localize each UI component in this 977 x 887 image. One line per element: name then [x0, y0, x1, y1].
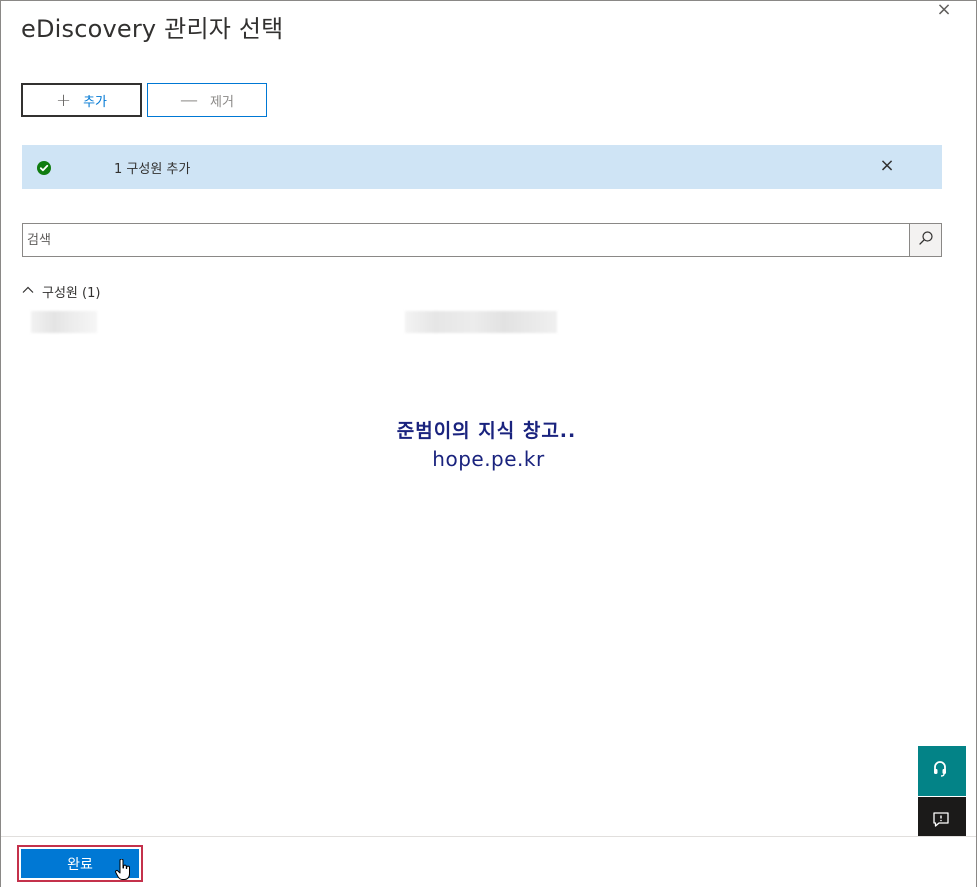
close-panel-icon[interactable]: × [934, 1, 954, 21]
watermark-line1: 준범이의 지식 창고.. [396, 420, 577, 442]
done-button-highlight: 완료 [17, 845, 143, 882]
success-check-icon [37, 161, 51, 175]
minus-icon: — [180, 89, 199, 111]
dismiss-notification-icon[interactable]: × [878, 155, 896, 177]
headset-icon [932, 760, 948, 782]
notification-message: 1 구성원 추가 [114, 162, 191, 177]
members-group-label: 구성원 (1) [42, 285, 101, 301]
redacted-member-email [405, 311, 557, 333]
success-notification-banner: 1 구성원 추가 × [22, 145, 942, 189]
search-button[interactable] [909, 223, 942, 257]
hand-pointer-icon [115, 858, 131, 885]
add-button[interactable]: + 추가 [21, 83, 142, 117]
redacted-member-name [31, 311, 97, 333]
watermark: 준범이의 지식 창고.. hope.pe.kr [1, 416, 976, 471]
remove-button-label: 제거 [210, 94, 234, 110]
chevron-up-icon [22, 284, 34, 299]
feedback-icon [932, 810, 950, 832]
panel-title: eDiscovery 관리자 선택 [21, 15, 284, 43]
search-input[interactable] [22, 223, 909, 257]
ediscovery-manager-panel: eDiscovery 관리자 선택 × + 추가 — 제거 1 구성원 추가 × [0, 0, 977, 887]
done-button[interactable]: 완료 [21, 849, 139, 880]
watermark-line2: hope.pe.kr [432, 447, 545, 471]
panel-footer [1, 836, 976, 887]
members-group-toggle[interactable]: 구성원 (1) [22, 281, 100, 301]
remove-button[interactable]: — 제거 [147, 83, 267, 117]
add-button-label: 추가 [83, 94, 107, 110]
search-icon [918, 230, 934, 250]
plus-icon: + [55, 89, 72, 111]
done-button-label: 완료 [67, 856, 93, 873]
help-side-button[interactable] [918, 746, 966, 796]
